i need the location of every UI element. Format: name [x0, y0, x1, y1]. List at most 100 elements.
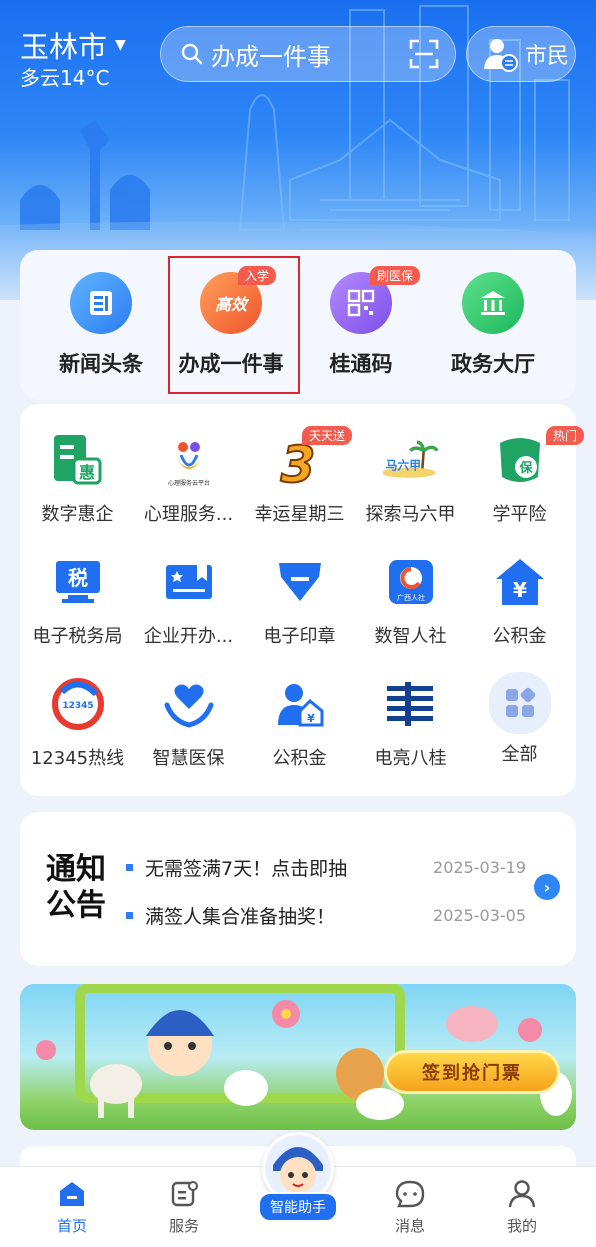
grid-item-student-insurance[interactable]: 保 学平险 热门 — [464, 426, 585, 526]
message-icon — [395, 1180, 425, 1208]
user-mode-switch[interactable]: 市民 — [466, 26, 576, 82]
svg-text:¥: ¥ — [513, 578, 527, 602]
grid-item-tag: 热门 — [546, 426, 585, 445]
service-label: 政务大厅 — [451, 352, 535, 376]
svg-text:12345: 12345 — [62, 701, 93, 711]
grid-item-hotline[interactable]: 12345 12345热线 — [22, 676, 133, 770]
grid-item-label: 智慧医保 — [152, 748, 225, 769]
grid-item-label: 数字惠企 — [41, 504, 114, 525]
tab-label: 首页 — [56, 1217, 87, 1235]
government-hall-icon — [462, 272, 524, 334]
medical-insurance-icon — [161, 676, 217, 732]
grid-item-label: 企业开办... — [143, 626, 234, 647]
student-insurance-icon: 保 — [492, 432, 548, 488]
notice-text: 满签人集合准备抽奖！ — [145, 906, 336, 928]
grid-item-digital-enterprise[interactable]: 惠 数字惠企 — [22, 432, 133, 526]
caret-down-icon: ▼ — [115, 37, 126, 53]
city-name: 玉林市 — [20, 30, 108, 64]
assistant-label: 智能助手 — [258, 1192, 338, 1222]
tab-label: 服务 — [168, 1217, 199, 1235]
tab-profile[interactable]: 我的 — [472, 1179, 572, 1236]
grid-item-label: 数智人社 — [374, 626, 447, 647]
tab-service[interactable]: 服务 — [134, 1179, 234, 1236]
grid-item-label: 公积金 — [492, 626, 547, 647]
chevron-right-icon[interactable]: › — [534, 874, 560, 900]
grid-item-label: 公积金 — [272, 748, 327, 769]
notice-title: 通知 公告 — [46, 852, 106, 924]
housing-fund-icon: ¥ — [492, 554, 548, 610]
grid-item-social-security[interactable]: 广西人社 数智人社 — [355, 554, 466, 648]
service-label: 新闻头条 — [59, 352, 143, 376]
search-text: 办成一件事 — [211, 42, 331, 71]
svg-text:心理服务云平台: 心理服务云平台 — [167, 479, 209, 487]
grid-item-smart-medical[interactable]: 智慧医保 — [133, 676, 244, 770]
notice-card[interactable]: 通知 公告 无需签满7天！点击即抽 2025-03-19 满签人集合准备抽奖！ … — [20, 812, 576, 966]
scan-icon[interactable] — [409, 39, 439, 69]
grid-item-label: 学平险 — [492, 504, 547, 525]
service-gov-hall[interactable]: 政务大厅 — [428, 272, 558, 378]
grid-item-label: 12345热线 — [30, 748, 125, 769]
grid-item-label: 全部 — [501, 744, 538, 765]
svg-text:税: 税 — [68, 566, 88, 590]
svg-text:广西人社: 广西人社 — [397, 593, 425, 602]
tab-home[interactable]: 首页 — [22, 1179, 122, 1236]
weather-info: 多云14°C — [20, 66, 110, 90]
checkin-ticket-button[interactable]: 签到抢门票 — [384, 1050, 560, 1094]
grid-item-label: 电亮八桂 — [374, 748, 447, 769]
fund-person-icon: ¥ — [272, 676, 328, 732]
news-icon — [70, 272, 132, 334]
home-icon — [60, 1182, 84, 1206]
notice-item[interactable]: 无需签满7天！点击即抽 2025-03-19 — [126, 854, 526, 881]
user-switch-icon — [484, 39, 518, 72]
hotline-icon: 12345 — [50, 676, 106, 732]
notice-date: 2025-03-19 — [433, 858, 526, 877]
tab-smart-assistant[interactable]: 智能助手 — [250, 1132, 346, 1232]
grid-item-power-grid[interactable]: 电亮八桂 — [355, 676, 466, 770]
power-grid-icon — [383, 676, 439, 732]
notice-date: 2025-03-05 — [433, 906, 526, 925]
svg-text:惠: 惠 — [78, 463, 94, 482]
hui-qi-icon: 惠 — [50, 432, 106, 488]
svg-text:¥: ¥ — [307, 712, 315, 725]
service-guitong-code[interactable]: 桂通码 刷医保 — [296, 266, 426, 378]
grid-item-business-open[interactable]: 企业开办... — [133, 554, 244, 648]
svg-text:保: 保 — [518, 460, 533, 476]
service-icon — [171, 1181, 198, 1207]
tab-messages[interactable]: 消息 — [360, 1179, 460, 1236]
search-icon — [181, 43, 203, 65]
e-seal-icon — [272, 554, 328, 610]
grid-item-label: 电子税务局 — [32, 626, 123, 647]
grid-item-housing-fund[interactable]: ¥ 公积金 — [464, 554, 575, 648]
service-grid: 惠 数字惠企 心理服务云平台 心理服务... 3 幸运星期三 天天送 马六甲 探… — [20, 404, 585, 796]
notice-title-line1: 通知 — [46, 852, 106, 887]
grid-item-lucky-wednesday[interactable]: 3 幸运星期三 天天送 — [244, 426, 355, 526]
grid-item-e-tax[interactable]: 税 电子税务局 — [22, 554, 133, 648]
grid-item-e-seal[interactable]: 电子印章 — [244, 554, 355, 648]
search-bar[interactable]: 办成一件事 — [160, 26, 456, 82]
grid-item-label: 电子印章 — [263, 626, 336, 647]
notice-item[interactable]: 满签人集合准备抽奖！ 2025-03-05 — [126, 902, 526, 929]
tab-label: 我的 — [506, 1217, 537, 1235]
psychology-icon: 心理服务云平台 — [161, 432, 217, 488]
grid-item-fund-2[interactable]: ¥ 公积金 — [244, 676, 355, 770]
city-selector[interactable]: 玉林市 ▼ — [20, 24, 126, 66]
grid-item-label: 心理服务... — [143, 504, 234, 525]
service-tag: 刷医保 — [370, 266, 421, 285]
promo-banner[interactable]: 签到抢门票 — [20, 984, 576, 1130]
notice-text: 无需签满7天！点击即抽 — [145, 858, 348, 880]
tab-label: 消息 — [394, 1217, 425, 1235]
bullet-icon — [126, 864, 133, 871]
malacca-icon: 马六甲 — [382, 432, 439, 488]
highlight-box — [168, 256, 300, 394]
notice-title-line2: 公告 — [46, 888, 106, 923]
svg-text:马六甲: 马六甲 — [385, 458, 421, 472]
bullet-icon — [126, 912, 133, 919]
user-mode-label: 市民 — [525, 44, 570, 69]
service-news[interactable]: 新闻头条 — [36, 272, 166, 378]
grid-item-label: 探索马六甲 — [365, 504, 456, 525]
grid-item-malacca[interactable]: 马六甲 探索马六甲 — [355, 432, 466, 526]
grid-item-label: 幸运星期三 — [254, 504, 345, 525]
service-label: 桂通码 — [329, 352, 393, 376]
grid-item-psychology[interactable]: 心理服务云平台 心理服务... — [133, 432, 244, 526]
grid-item-all[interactable]: 全部 — [464, 672, 575, 766]
